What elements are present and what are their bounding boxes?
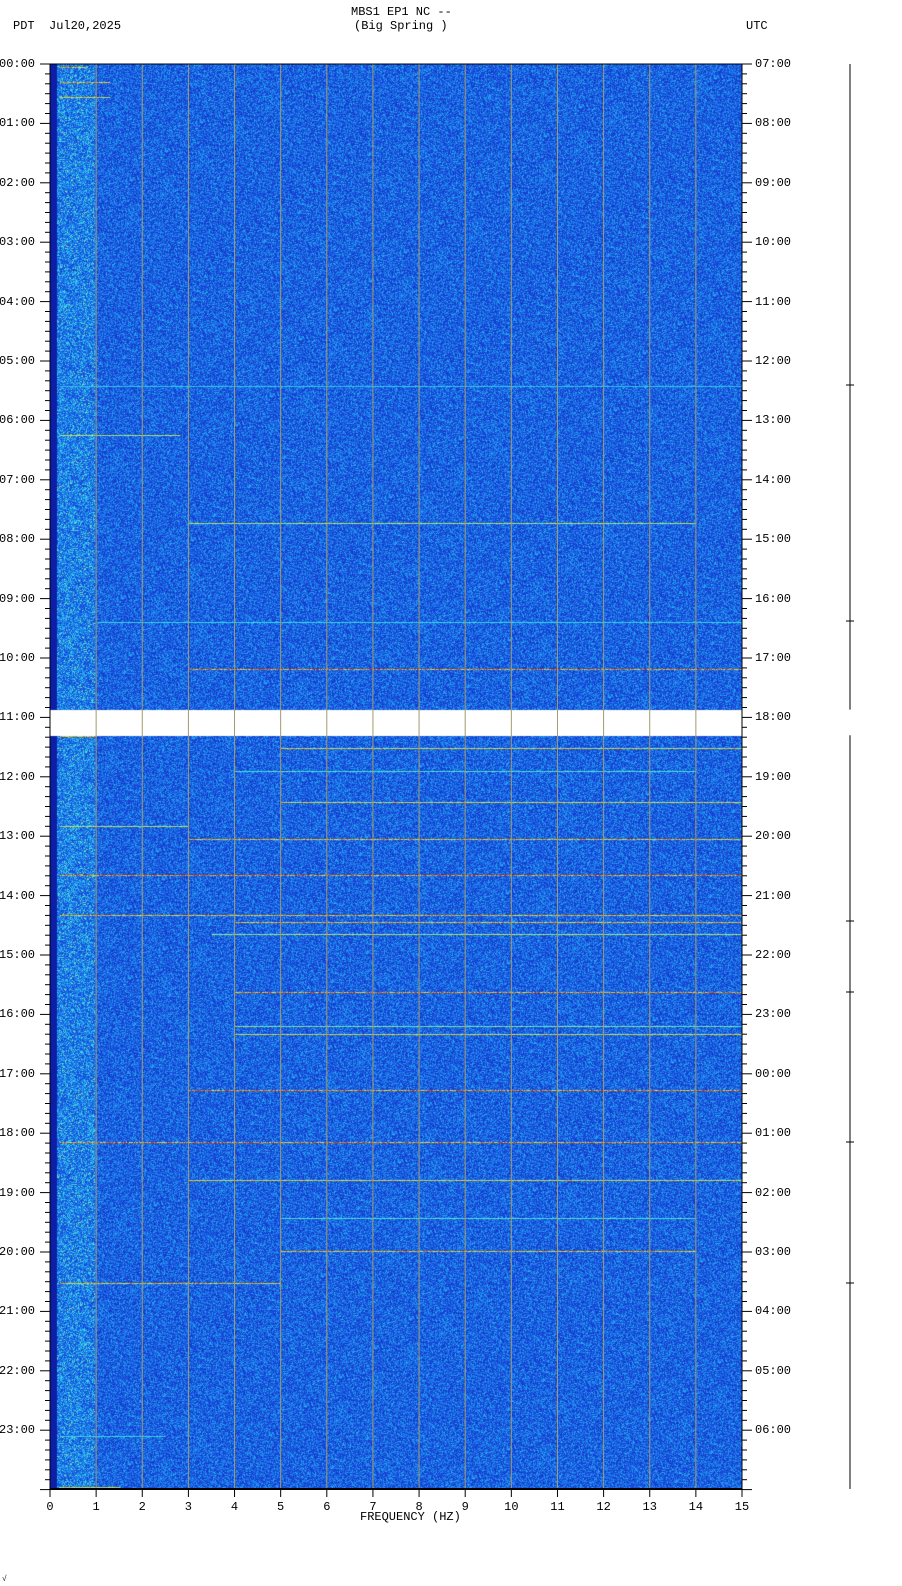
y-tick-label-right: 05:00 — [755, 1363, 792, 1378]
footer-mark: √ — [2, 1575, 7, 1584]
y-tick-label-left: 07:00 — [0, 472, 36, 487]
y-tick-label-right: 14:00 — [755, 472, 792, 487]
y-tick-label-right: 06:00 — [755, 1423, 792, 1438]
y-tick-label-left: 13:00 — [0, 829, 36, 844]
y-tick-label-left: 17:00 — [0, 1066, 36, 1081]
x-tick-label: 13 — [642, 1500, 657, 1514]
y-tick-label-right: 12:00 — [755, 354, 792, 368]
x-tick-label: 5 — [277, 1500, 285, 1514]
y-tick-label-left: 03:00 — [0, 235, 36, 250]
x-tick-label: 0 — [46, 1500, 54, 1514]
y-tick-label-right: 08:00 — [755, 116, 792, 131]
y-tick-label-right: 13:00 — [755, 413, 792, 428]
y-tick-label-right: 21:00 — [755, 888, 792, 903]
y-tick-label-left: 12:00 — [0, 769, 36, 784]
y-tick-label-left: 20:00 — [0, 1245, 36, 1259]
y-tick-label-right: 03:00 — [755, 1245, 792, 1259]
y-tick-label-right: 09:00 — [755, 175, 792, 190]
y-tick-label-left: 21:00 — [0, 1304, 36, 1319]
y-tick-label-left: 18:00 — [0, 1126, 36, 1141]
y-tick-label-left: 15:00 — [0, 948, 36, 962]
y-tick-label-right: 01:00 — [755, 1126, 792, 1141]
x-tick-label: 6 — [323, 1500, 331, 1514]
x-tick-label: 4 — [230, 1500, 239, 1514]
x-tick-label: 1 — [92, 1500, 100, 1514]
y-tick-label-right: 15:00 — [755, 532, 792, 547]
x-tick-label: 14 — [688, 1500, 704, 1514]
y-tick-label-right: 02:00 — [755, 1185, 792, 1200]
x-tick-label: 3 — [184, 1500, 192, 1514]
y-tick-label-left: 01:00 — [0, 116, 36, 131]
y-tick-label-left: 14:00 — [0, 888, 36, 903]
x-tick-label: 10 — [504, 1500, 519, 1514]
y-tick-label-right: 16:00 — [755, 591, 792, 606]
x-tick-label: 2 — [138, 1500, 146, 1514]
x-tick-label: 9 — [461, 1500, 469, 1514]
y-tick-label-right: 20:00 — [755, 829, 792, 844]
y-tick-label-left: 04:00 — [0, 294, 36, 309]
y-tick-label-left: 02:00 — [0, 175, 36, 190]
y-tick-label-left: 10:00 — [0, 651, 36, 665]
y-tick-label-right: 07:00 — [755, 57, 792, 71]
x-tick-label: 15 — [734, 1500, 750, 1514]
y-tick-label-right: 11:00 — [755, 294, 792, 309]
y-tick-label-right: 19:00 — [755, 769, 792, 784]
x-tick-label: 11 — [550, 1500, 565, 1514]
y-tick-label-left: 11:00 — [0, 710, 36, 725]
x-axis-title: FREQUENCY (HZ) — [360, 1510, 461, 1524]
x-tick-label: 12 — [596, 1500, 611, 1514]
y-tick-label-left: 23:00 — [0, 1423, 36, 1438]
y-tick-label-right: 18:00 — [755, 710, 792, 725]
y-tick-label-left: 05:00 — [0, 354, 36, 368]
y-tick-label-left: 00:00 — [0, 57, 36, 71]
y-tick-label-left: 19:00 — [0, 1185, 36, 1200]
y-tick-label-right: 23:00 — [755, 1007, 792, 1022]
y-tick-label-left: 06:00 — [0, 413, 36, 428]
plot-frame — [49, 63, 743, 1490]
y-tick-label-left: 22:00 — [0, 1363, 36, 1378]
y-tick-label-right: 22:00 — [755, 948, 792, 962]
y-tick-label-left: 16:00 — [0, 1007, 36, 1022]
y-tick-label-right: 10:00 — [755, 235, 792, 250]
y-tick-label-right: 00:00 — [755, 1066, 792, 1081]
y-tick-label-left: 09:00 — [0, 591, 36, 606]
y-tick-label-right: 17:00 — [755, 651, 792, 665]
y-tick-label-left: 08:00 — [0, 532, 36, 547]
y-tick-label-right: 04:00 — [755, 1304, 792, 1319]
